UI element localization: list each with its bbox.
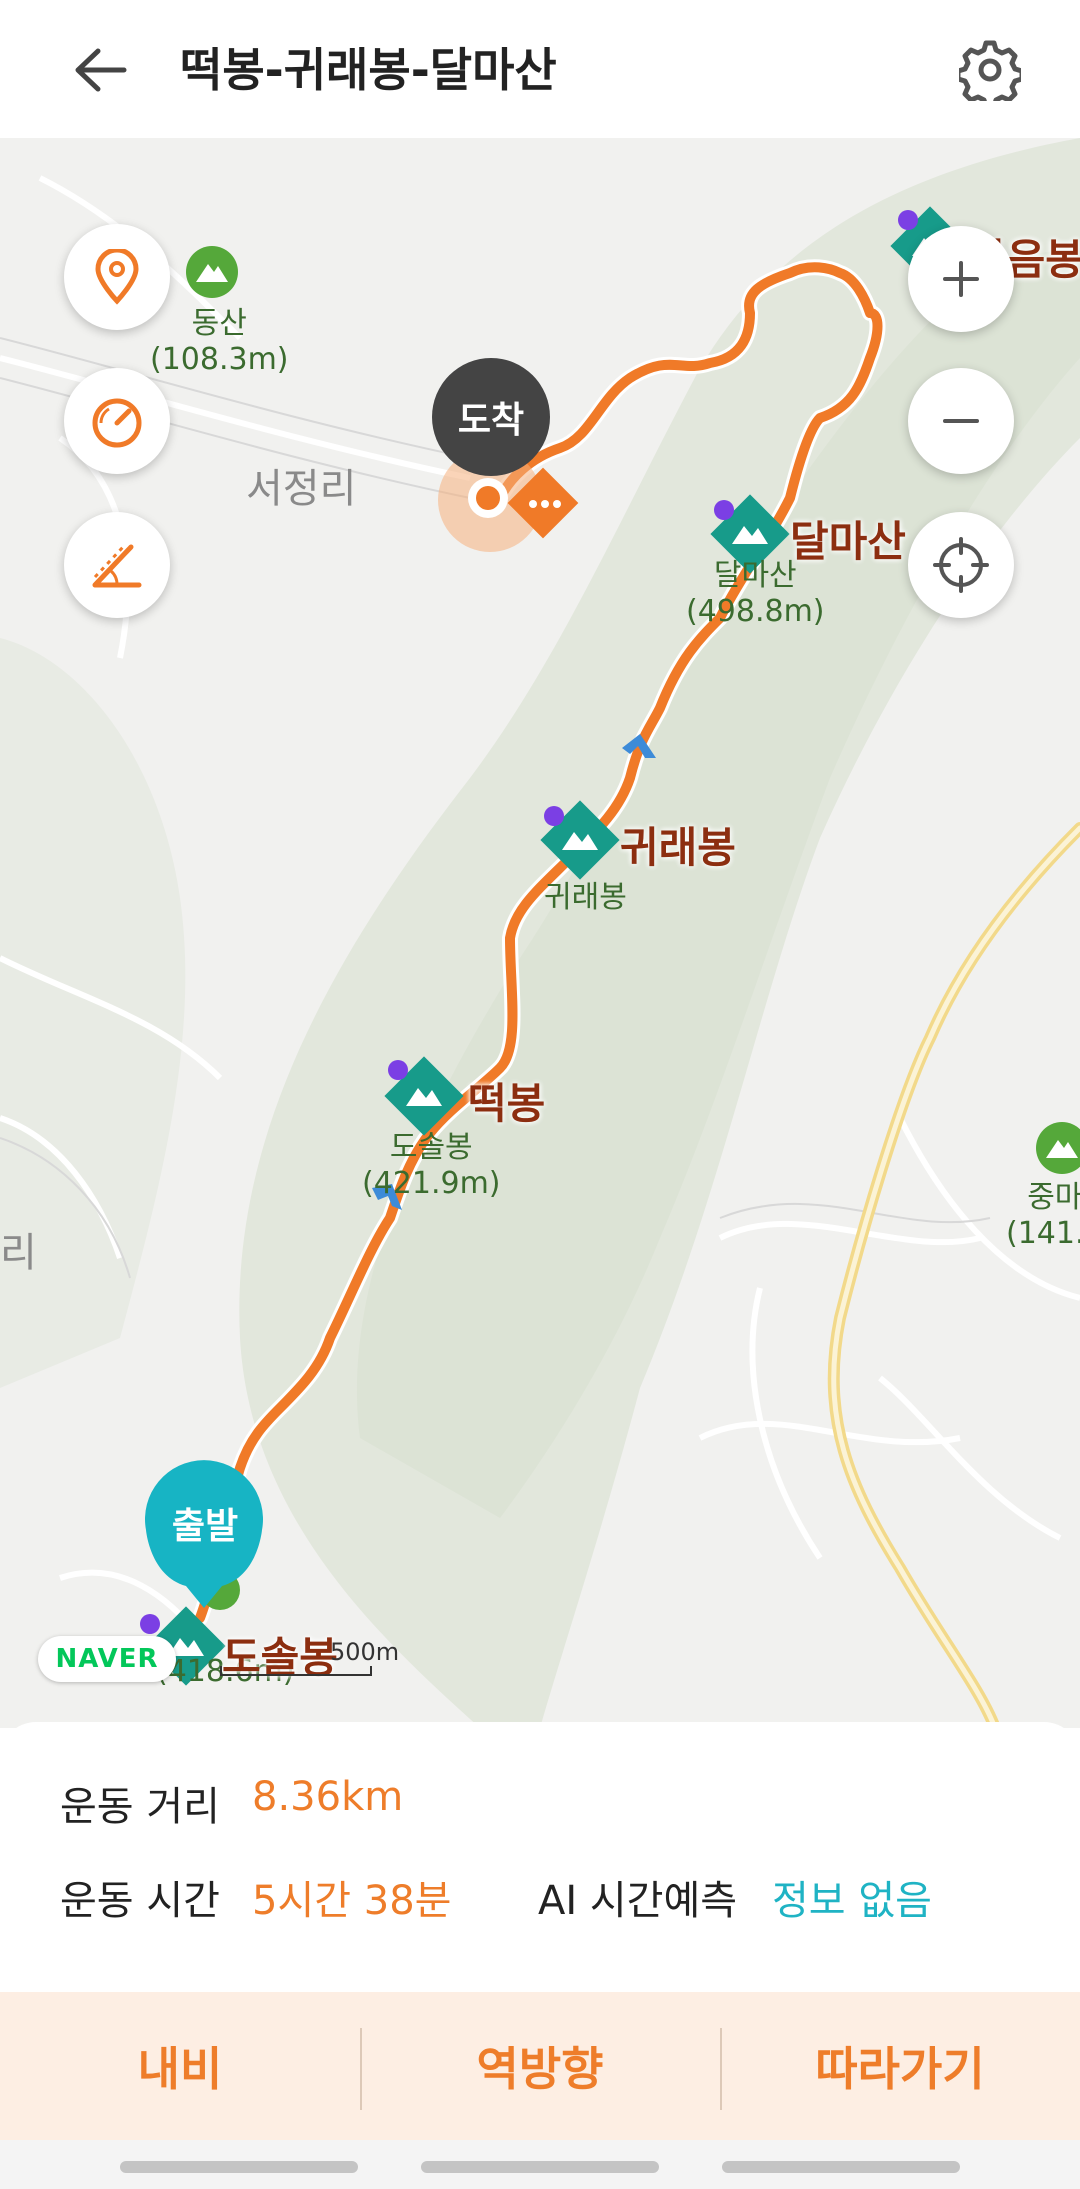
time-value: 5시간 38분 xyxy=(252,1878,452,1924)
distance-label: 운동 거리 xyxy=(60,1784,220,1830)
page-title: 떡봉-귀래봉-달마산 xyxy=(180,43,557,97)
map-view[interactable]: 서정리 리 동산 (108.3m) 달마산 (498.8m) 귀래봉 도솔봉 (… xyxy=(0,138,1080,1728)
peak-name: 중마 xyxy=(1027,1180,1080,1215)
nav-handle[interactable] xyxy=(722,2161,960,2173)
current-location-button[interactable] xyxy=(908,512,1014,618)
back-button[interactable] xyxy=(60,30,140,110)
start-marker[interactable]: 출발 xyxy=(146,1468,264,1608)
village-label: 리 xyxy=(0,1230,37,1276)
time-label: 운동 시간 xyxy=(60,1878,220,1924)
ai-time-label: AI 시간예측 xyxy=(538,1878,738,1924)
slope-button[interactable] xyxy=(64,512,170,618)
peak-title[interactable]: 떡봉 xyxy=(468,1070,545,1131)
peak-label: 중마 (141.2 xyxy=(1006,1180,1080,1252)
peak-name: 귀래봉 xyxy=(544,880,627,915)
village-label: 서정리 xyxy=(246,466,357,512)
action-bar: 내비 역방향 따라가기 xyxy=(0,1992,1080,2140)
system-nav-bar xyxy=(0,2140,1080,2189)
gear-icon xyxy=(959,40,1021,101)
scale-bar xyxy=(220,1666,372,1676)
location-button[interactable] xyxy=(64,224,170,330)
peak-elevation: (421.9m) xyxy=(362,1166,501,1201)
plus-icon xyxy=(943,261,979,297)
peak-title[interactable]: 달마산 xyxy=(790,508,906,569)
zoom-out-button[interactable] xyxy=(908,368,1014,474)
arrow-left-icon xyxy=(75,48,127,92)
location-pin-icon xyxy=(95,249,139,305)
arrival-marker[interactable]: 도착 xyxy=(432,358,550,476)
reverse-button[interactable]: 역방향 xyxy=(360,1992,720,2140)
peak-label: 동산 (108.3m) xyxy=(150,306,289,378)
slope-icon xyxy=(92,544,142,588)
peak-title[interactable]: 귀래봉 xyxy=(620,814,736,875)
stats-panel: 운동 거리 8.36km 운동 시간 5시간 38분 AI 시간예측 정보 없음 xyxy=(0,1722,1080,1990)
peak-label: 귀래봉 xyxy=(544,880,627,916)
peak-name: 도솔봉 xyxy=(389,1130,473,1165)
speedometer-icon xyxy=(92,398,142,448)
nav-handle[interactable] xyxy=(120,2161,358,2173)
follow-button[interactable]: 따라가기 xyxy=(720,1992,1080,2140)
navi-button[interactable]: 내비 xyxy=(0,1992,360,2140)
peak-elevation: (498.8m) xyxy=(686,594,825,629)
ai-time-value: 정보 없음 xyxy=(772,1878,932,1924)
distance-value: 8.36km xyxy=(252,1774,404,1820)
zoom-in-button[interactable] xyxy=(908,226,1014,332)
start-label: 출발 xyxy=(171,1506,239,1547)
nav-handle[interactable] xyxy=(421,2161,659,2173)
peak-elevation: (108.3m) xyxy=(150,342,289,377)
app-header: 떡봉-귀래봉-달마산 xyxy=(0,0,1080,138)
speed-button[interactable] xyxy=(64,368,170,474)
peak-name: 동산 xyxy=(191,306,247,341)
settings-button[interactable] xyxy=(950,30,1030,110)
peak-label: 도솔봉 (421.9m) xyxy=(362,1130,501,1202)
scale-label: 500m xyxy=(330,1638,400,1666)
minus-icon xyxy=(943,419,979,423)
peak-elevation: (141.2 xyxy=(1006,1216,1080,1251)
naver-logo: NAVER xyxy=(38,1636,176,1682)
crosshair-icon xyxy=(933,537,989,593)
